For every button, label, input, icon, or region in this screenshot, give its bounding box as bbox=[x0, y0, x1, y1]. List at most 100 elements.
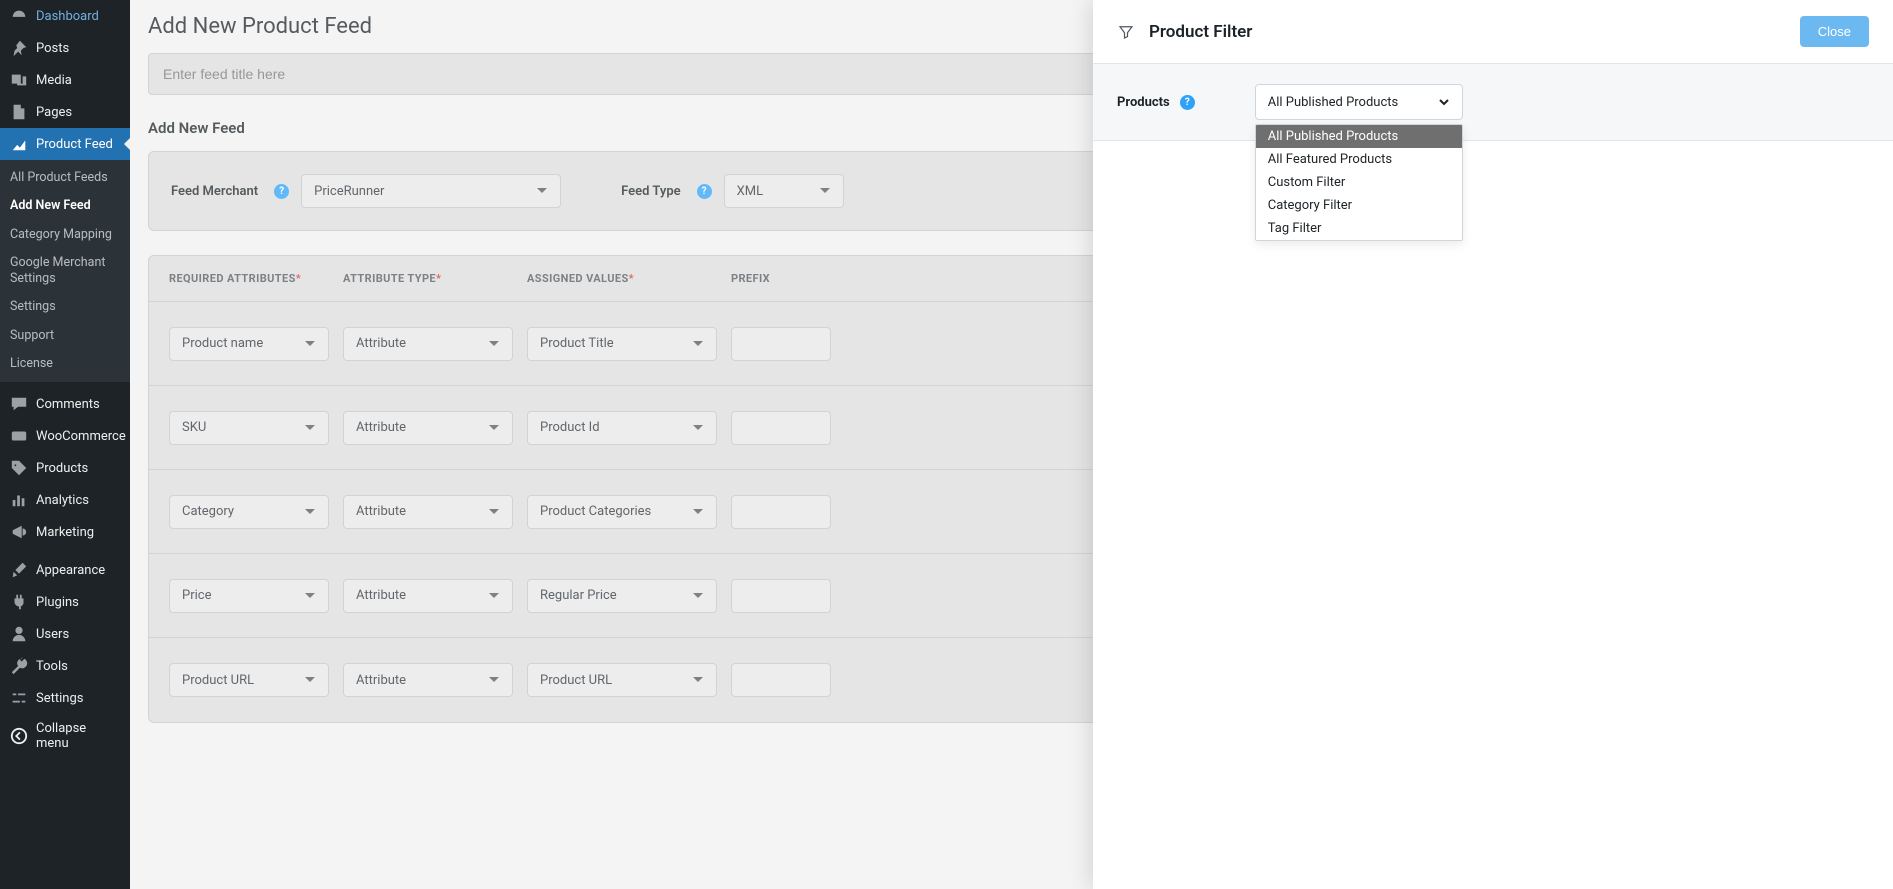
assigned-value-select[interactable]: Product Id bbox=[527, 411, 717, 445]
sidebar-subitem-all-product-feeds[interactable]: All Product Feeds bbox=[0, 164, 130, 192]
attribute-type-select[interactable]: Attribute bbox=[343, 495, 513, 529]
chevron-down-icon bbox=[304, 674, 316, 686]
sidebar-subitem-category-mapping[interactable]: Category Mapping bbox=[0, 221, 130, 249]
chevron-down-icon bbox=[692, 674, 704, 686]
chevron-down-icon bbox=[692, 506, 704, 518]
sidebar-item-product-feed[interactable]: Product Feed bbox=[0, 128, 130, 160]
sidebar-item-label: Analytics bbox=[36, 493, 89, 508]
prefix-input[interactable] bbox=[731, 663, 831, 697]
chevron-down-icon bbox=[692, 422, 704, 434]
feed-merchant-label: Feed Merchant bbox=[171, 184, 258, 199]
feed-type-select[interactable]: XML bbox=[724, 174, 844, 208]
main-area: Add New Product Feed Add New Feed Feed M… bbox=[130, 0, 1893, 889]
help-icon[interactable]: ? bbox=[1180, 95, 1195, 110]
chevron-down-icon bbox=[304, 506, 316, 518]
prefix-input[interactable] bbox=[731, 579, 831, 613]
sidebar-item-label: Tools bbox=[36, 659, 68, 674]
close-button[interactable]: Close bbox=[1800, 16, 1869, 47]
sidebar-item-woocommerce[interactable]: WooCommerce bbox=[0, 420, 130, 452]
chevron-down-icon bbox=[488, 338, 500, 350]
chevron-down-icon bbox=[1438, 96, 1450, 108]
help-icon[interactable]: ? bbox=[274, 184, 289, 199]
product-filter-drawer: Product Filter Close Products ? All Publ… bbox=[1093, 0, 1893, 889]
col-header-type: ATTRIBUTE TYPE* bbox=[343, 272, 513, 285]
chevron-down-icon bbox=[304, 338, 316, 350]
required-attribute-select[interactable]: Product name bbox=[169, 327, 329, 361]
sidebar-item-label: Appearance bbox=[36, 563, 105, 578]
sidebar-item-label: Collapse menu bbox=[36, 721, 120, 751]
feed-merchant-select[interactable]: PriceRunner bbox=[301, 174, 561, 208]
assigned-value-select[interactable]: Product URL bbox=[527, 663, 717, 697]
sidebar-item-label: Users bbox=[36, 627, 69, 642]
sidebar-item-dashboard[interactable]: Dashboard bbox=[0, 0, 130, 32]
sidebar-item-plugins[interactable]: Plugins bbox=[0, 586, 130, 618]
drawer-title: Product Filter bbox=[1149, 22, 1252, 42]
attribute-type-select[interactable]: Attribute bbox=[343, 663, 513, 697]
sidebar-item-label: Product Feed bbox=[36, 137, 113, 152]
required-attribute-select[interactable]: Price bbox=[169, 579, 329, 613]
sidebar-subitem-google-merchant-settings[interactable]: Google Merchant Settings bbox=[0, 249, 130, 294]
prefix-input[interactable] bbox=[731, 327, 831, 361]
sidebar-item-marketing[interactable]: Marketing bbox=[0, 516, 130, 548]
required-attribute-select[interactable]: SKU bbox=[169, 411, 329, 445]
chevron-down-icon bbox=[819, 185, 831, 197]
assigned-value-select[interactable]: Product Title bbox=[527, 327, 717, 361]
sidebar-subitem-settings[interactable]: Settings bbox=[0, 293, 130, 321]
prefix-input[interactable] bbox=[731, 495, 831, 529]
chevron-down-icon bbox=[692, 338, 704, 350]
sidebar-item-label: Settings bbox=[36, 691, 83, 706]
admin-sidebar: Dashboard Posts Media Pages Product Feed All … bbox=[0, 0, 130, 889]
sidebar-item-label: Media bbox=[36, 73, 72, 88]
products-label: Products bbox=[1117, 95, 1170, 110]
col-header-prefix: PREFIX bbox=[731, 272, 831, 285]
col-header-value: ASSIGNED VALUES* bbox=[527, 272, 717, 285]
feed-type-label: Feed Type bbox=[621, 184, 681, 199]
sidebar-item-users[interactable]: Users bbox=[0, 618, 130, 650]
sidebar-item-tools[interactable]: Tools bbox=[0, 650, 130, 682]
attribute-type-select[interactable]: Attribute bbox=[343, 411, 513, 445]
products-filter-select[interactable]: All Published Products bbox=[1255, 84, 1463, 120]
sidebar-subitem-license[interactable]: License bbox=[0, 350, 130, 378]
sidebar-item-collapse-menu[interactable]: Collapse menu bbox=[0, 714, 130, 758]
col-header-required: REQUIRED ATTRIBUTES* bbox=[169, 272, 329, 285]
attribute-type-select[interactable]: Attribute bbox=[343, 579, 513, 613]
chevron-down-icon bbox=[536, 185, 548, 197]
sidebar-item-label: Posts bbox=[36, 41, 69, 56]
sidebar-item-label: Plugins bbox=[36, 595, 79, 610]
required-attribute-select[interactable]: Product URL bbox=[169, 663, 329, 697]
filter-icon bbox=[1117, 23, 1135, 41]
attribute-type-select[interactable]: Attribute bbox=[343, 327, 513, 361]
sidebar-subitem-add-new-feed[interactable]: Add New Feed bbox=[0, 192, 130, 220]
chevron-down-icon bbox=[488, 506, 500, 518]
chevron-down-icon bbox=[488, 674, 500, 686]
feed-merchant-value: PriceRunner bbox=[314, 184, 384, 199]
assigned-value-select[interactable]: Regular Price bbox=[527, 579, 717, 613]
dropdown-option[interactable]: Custom Filter bbox=[1256, 171, 1462, 194]
sidebar-item-pages[interactable]: Pages bbox=[0, 96, 130, 128]
dropdown-option[interactable]: All Featured Products bbox=[1256, 148, 1462, 171]
sidebar-item-label: Dashboard bbox=[36, 9, 99, 24]
sidebar-item-label: Marketing bbox=[36, 525, 94, 540]
chevron-down-icon bbox=[304, 422, 316, 434]
dropdown-option[interactable]: Tag Filter bbox=[1256, 217, 1462, 240]
required-attribute-select[interactable]: Category bbox=[169, 495, 329, 529]
dropdown-option[interactable]: Category Filter bbox=[1256, 194, 1462, 217]
sidebar-item-appearance[interactable]: Appearance bbox=[0, 554, 130, 586]
sidebar-item-analytics[interactable]: Analytics bbox=[0, 484, 130, 516]
sidebar-item-comments[interactable]: Comments bbox=[0, 388, 130, 420]
sidebar-item-posts[interactable]: Posts bbox=[0, 32, 130, 64]
assigned-value-select[interactable]: Product Categories bbox=[527, 495, 717, 529]
sidebar-item-label: WooCommerce bbox=[36, 429, 126, 444]
chevron-down-icon bbox=[488, 422, 500, 434]
help-icon[interactable]: ? bbox=[697, 184, 712, 199]
chevron-down-icon bbox=[304, 590, 316, 602]
sidebar-item-settings[interactable]: Settings bbox=[0, 682, 130, 714]
dropdown-option[interactable]: All Published Products bbox=[1256, 125, 1462, 148]
sidebar-item-products[interactable]: Products bbox=[0, 452, 130, 484]
sidebar-subitem-support[interactable]: Support bbox=[0, 322, 130, 350]
products-filter-dropdown: All Published ProductsAll Featured Produ… bbox=[1255, 124, 1463, 241]
prefix-input[interactable] bbox=[731, 411, 831, 445]
sidebar-item-media[interactable]: Media bbox=[0, 64, 130, 96]
feed-type-value: XML bbox=[737, 184, 764, 199]
sidebar-item-label: Products bbox=[36, 461, 88, 476]
